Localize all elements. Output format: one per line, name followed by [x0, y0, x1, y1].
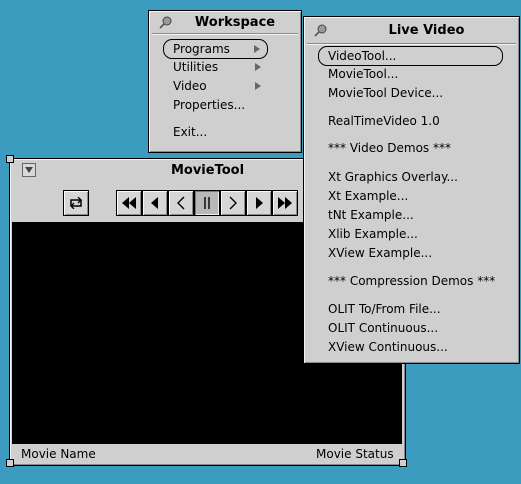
menu-item-label: RealTimeVideo 1.0 — [328, 114, 440, 128]
play-forward-button[interactable] — [220, 190, 246, 216]
menu-item-label: *** Compression Demos *** — [328, 274, 496, 288]
menu-item-label: VideoTool... — [328, 49, 397, 63]
rewind-start-icon — [122, 197, 136, 209]
resize-corner-bottom-left[interactable] — [6, 459, 14, 467]
submenu-arrow-icon — [255, 82, 261, 90]
step-back-button[interactable] — [142, 190, 168, 216]
menu-item-xview-continuous[interactable]: XView Continuous... — [319, 338, 448, 356]
menu-item-label: Utilities — [173, 60, 219, 74]
menu-item-label: tNt Example... — [328, 208, 414, 222]
step-forward-icon — [256, 197, 263, 209]
play-reverse-icon — [177, 196, 185, 210]
menu-header-video-demos: *** Video Demos *** — [319, 139, 451, 157]
menu-item-label: Xt Example... — [328, 189, 409, 203]
menu-item-label: MovieTool Device... — [328, 86, 444, 100]
menu-item-movietool[interactable]: MovieTool... — [319, 65, 398, 83]
menu-separator — [307, 43, 516, 45]
rewind-start-button[interactable] — [116, 190, 142, 216]
menu-item-olit-to-from-file[interactable]: OLIT To/From File... — [319, 300, 441, 318]
menu-item-label: Video — [173, 79, 207, 93]
menu-separator — [152, 33, 298, 35]
menu-item-utilities[interactable]: Utilities — [164, 58, 268, 76]
workspace-menu-title: Workspace — [149, 11, 301, 33]
step-forward-button[interactable] — [246, 190, 272, 216]
menu-item-label: XView Continuous... — [328, 340, 448, 354]
step-back-icon — [151, 197, 158, 209]
menu-item-label: OLIT To/From File... — [328, 302, 441, 316]
menu-item-label: XView Example... — [328, 246, 433, 260]
live-video-menu-title: Live Video — [304, 17, 519, 43]
menu-item-programs[interactable]: Programs — [163, 39, 268, 59]
loop-icon — [70, 197, 82, 209]
fast-forward-end-button[interactable] — [272, 190, 298, 216]
submenu-arrow-icon — [254, 45, 260, 53]
menu-item-label: Properties... — [173, 98, 246, 112]
menu-item-exit[interactable]: Exit... — [164, 123, 253, 141]
movie-name-label: Movie Name — [21, 447, 96, 461]
menu-item-videotool[interactable]: VideoTool... — [318, 46, 503, 66]
menu-item-xview-example[interactable]: XView Example... — [319, 244, 432, 262]
menu-item-video[interactable]: Video — [164, 77, 268, 95]
movie-status-label: Movie Status — [316, 447, 394, 461]
pause-icon — [204, 197, 210, 209]
menu-item-xt-example[interactable]: Xt Example... — [319, 187, 408, 205]
workspace-menu: Workspace Programs Utilities Video Prope… — [148, 10, 302, 153]
play-reverse-button[interactable] — [168, 190, 194, 216]
menu-item-xlib-example[interactable]: Xlib Example... — [319, 225, 418, 243]
menu-item-properties[interactable]: Properties... — [164, 96, 283, 114]
menu-item-label: Programs — [173, 42, 230, 56]
loop-button[interactable] — [63, 190, 89, 216]
menu-item-label: Exit... — [173, 125, 208, 139]
menu-header-compression-demos: *** Compression Demos *** — [319, 272, 495, 290]
menu-item-label: MovieTool... — [328, 67, 399, 81]
live-video-title: Live Video — [388, 22, 465, 38]
pushpin-icon[interactable] — [314, 23, 328, 37]
play-forward-icon — [229, 196, 237, 210]
live-video-menu: Live Video VideoTool... MovieTool... Mov… — [303, 16, 520, 364]
resize-corner-top-left[interactable] — [6, 155, 14, 163]
menu-item-realtimevideo[interactable]: RealTimeVideo 1.0 — [319, 112, 440, 130]
submenu-arrow-icon — [255, 63, 261, 71]
menu-item-olit-continuous[interactable]: OLIT Continuous... — [319, 319, 438, 337]
menu-item-tnt-example[interactable]: tNt Example... — [319, 206, 414, 224]
pause-button[interactable] — [194, 190, 220, 216]
fast-forward-end-icon — [278, 197, 292, 209]
resize-corner-bottom-right[interactable] — [399, 459, 407, 467]
menu-item-movietool-device[interactable]: MovieTool Device... — [319, 84, 443, 102]
workspace-title: Workspace — [194, 14, 276, 30]
menu-item-label: OLIT Continuous... — [328, 321, 439, 335]
menu-item-label: *** Video Demos *** — [328, 141, 451, 155]
menu-item-label: Xt Graphics Overlay... — [328, 170, 458, 184]
menu-item-label: Xlib Example... — [328, 227, 418, 241]
menu-item-xt-graphics-overlay[interactable]: Xt Graphics Overlay... — [319, 168, 458, 186]
